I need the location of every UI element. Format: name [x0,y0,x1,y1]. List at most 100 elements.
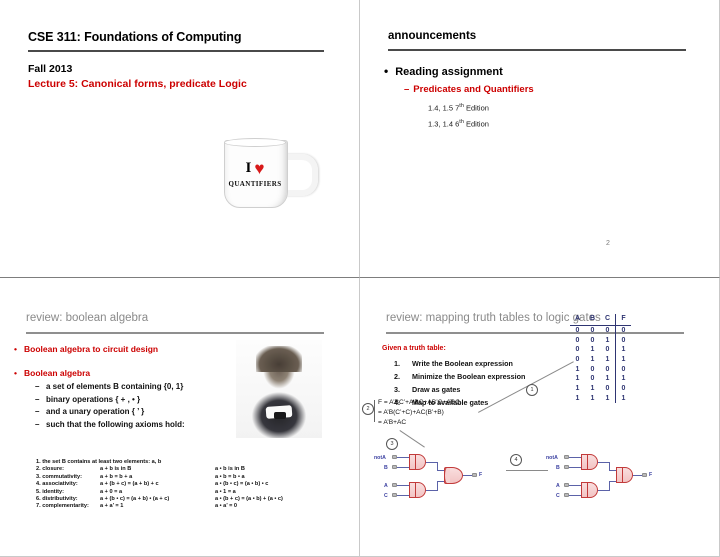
cell-c: 0 [605,346,610,354]
sub-item-3: such that the following axioms hold: [46,419,185,429]
slide-review-boolean-algebra: review: boolean algebra • Boolean algebra… [0,278,360,557]
table-row: 0000 [570,325,631,336]
step-text-3: Draw as gates [412,385,461,394]
table-row: 1 1 00 [570,383,631,394]
axiom-name-6: distributivity: [42,496,78,503]
axiom-row: 4. associativity: a + (b + c) = (a + b) +… [36,481,283,488]
sub-item-2: and a unary operation { ’ } [46,407,145,417]
wire-A [397,485,409,486]
table-row: 1111 [570,393,631,404]
slide-page-number: 2 [606,240,610,247]
input-label-A: A [384,483,388,489]
axiom-row: 2. closure: a + b is in B a • b is in B [36,466,283,473]
mug-text: I ♥ QUANTIFIERS [226,160,284,188]
announcements-underline [388,49,686,51]
axiom-number-5: 5. [36,488,41,495]
bullet-boolean-algebra: • Boolean algebra [14,368,90,378]
nand-gate-1 [581,454,598,470]
axiom-left-5: a + 0 = a [100,488,123,495]
edition-word-6th: Edition [465,119,489,129]
cell-a: 1 [575,365,580,373]
output-label-F: F [649,472,653,478]
axiom-row: 7. complementarity: a + a’ = 1 a • a’ = 0 [36,503,283,510]
reading-assignment-bullet: • Reading assignment [384,64,503,78]
callout-2-badge: 2 [362,403,374,415]
cell-b: 0 [590,336,595,344]
input-label-notA: notA [546,455,558,461]
output-label-F: F [479,472,483,478]
wire-notA [569,457,581,458]
boolean-review-title: review: boolean algebra [26,312,149,324]
lecture-label: Lecture 5: Canonical forms, predicate Lo… [28,78,247,90]
axiom-right-5: a • 1 = a [215,488,236,495]
wire-and2-up [437,481,438,491]
list-item: – a set of elements B containing {0, 1} [35,381,185,394]
predicates-quantifiers-subbullet: – Predicates and Quantifiers [404,84,534,95]
col-header-f: F [615,314,631,326]
table-header-row: A B C F [570,314,631,326]
slide-announcements: announcements • Reading assignment – Predi… [360,0,720,278]
callout-2-arrow [374,400,375,422]
axiom-name-4: associativity: [42,481,78,488]
bullet-dot-icon: • [14,368,17,378]
step-text-1: Write the Boolean expression [412,359,513,368]
axiom-left-2: a + b is in B [100,466,132,473]
cell-b: 1 [590,385,595,393]
wire-B [569,467,581,468]
list-item: 2. Minimize the Boolean expression [394,370,525,383]
cell-a: 0 [575,346,580,354]
expression-line-2: = A’B(C’+C)+AC(B’+B) [378,409,444,416]
col-header-c: C [600,314,616,326]
portrait-tie [274,412,286,419]
input-label-C: C [384,493,388,499]
axiom-left-4: a + (b + c) = (a + b) + c [100,481,159,488]
list-item: – binary operations { + , • } [35,394,185,407]
callout-3-arrow [399,430,425,448]
boolean-axioms-table: 1. the set B contains at least two eleme… [36,459,283,511]
title-underline [28,50,324,52]
cell-c: 1 [605,356,610,364]
heart-icon: ♥ [254,159,265,178]
output-pin-F [472,473,477,477]
wire-C [569,495,581,496]
axiom-left-3: a + b = b + a [100,473,133,480]
quantifiers-mug-image: I ♥ QUANTIFIERS [218,138,318,210]
axiom-name-2: closure: [42,466,64,473]
cell-c: 0 [605,385,610,393]
expression-line-1: F = A’BC’+A’BC+AB’C+ABC [378,399,460,406]
table-row: 1011 [570,374,631,384]
step-number-2: 2. [394,372,400,381]
wire-notA [397,457,409,458]
table-row: 0101 [570,345,631,355]
axiom-name-5: identity: [42,488,64,495]
cell-f: 1 [615,345,631,355]
boolean-algebra-sublist: – a set of elements B containing {0, 1} –… [35,381,185,431]
axiom-number-2: 2. [36,466,41,473]
cell-a: 1 [575,375,580,383]
sub-item-1: binary operations { + , • } [46,394,141,404]
step-number-3: 3. [394,385,400,394]
callout-4-badge: 4 [510,454,522,466]
dash-icon: – [35,419,40,429]
axiom-right-2: a • b is in B [215,466,245,473]
edition-word-7th: Edition [465,103,489,113]
cell-c: 1 [605,394,610,402]
cell-b: 1 [590,346,595,354]
bullet-circuit-design-label: Boolean algebra to circuit design [23,344,159,354]
step-number-1: 1. [394,359,400,368]
axiom-name-3: commutativity: [42,473,83,480]
cell-c: 0 [605,327,610,335]
axiom-row: 6. distributivity: a + (b • c) = (a + b) … [36,496,283,503]
bullet-dot-icon: • [384,64,389,78]
boolean-expression-block: F = A’BC’+A’BC+AB’C+ABC = A’B(C’+C)+AC(B… [378,398,460,428]
term-label: Fall 2013 [28,63,73,75]
axiom-right-3: a • b = b • a [215,473,245,480]
cell-b: 1 [590,394,595,402]
list-item: – and a unary operation { ’ } [35,406,185,419]
cell-b: 0 [590,375,595,383]
input-label-C: C [556,493,560,499]
cell-f: 0 [615,325,631,336]
and-gate-1 [409,454,426,470]
expression-line-3: = A’B+AC [378,419,407,426]
and-gate-2 [409,482,426,498]
